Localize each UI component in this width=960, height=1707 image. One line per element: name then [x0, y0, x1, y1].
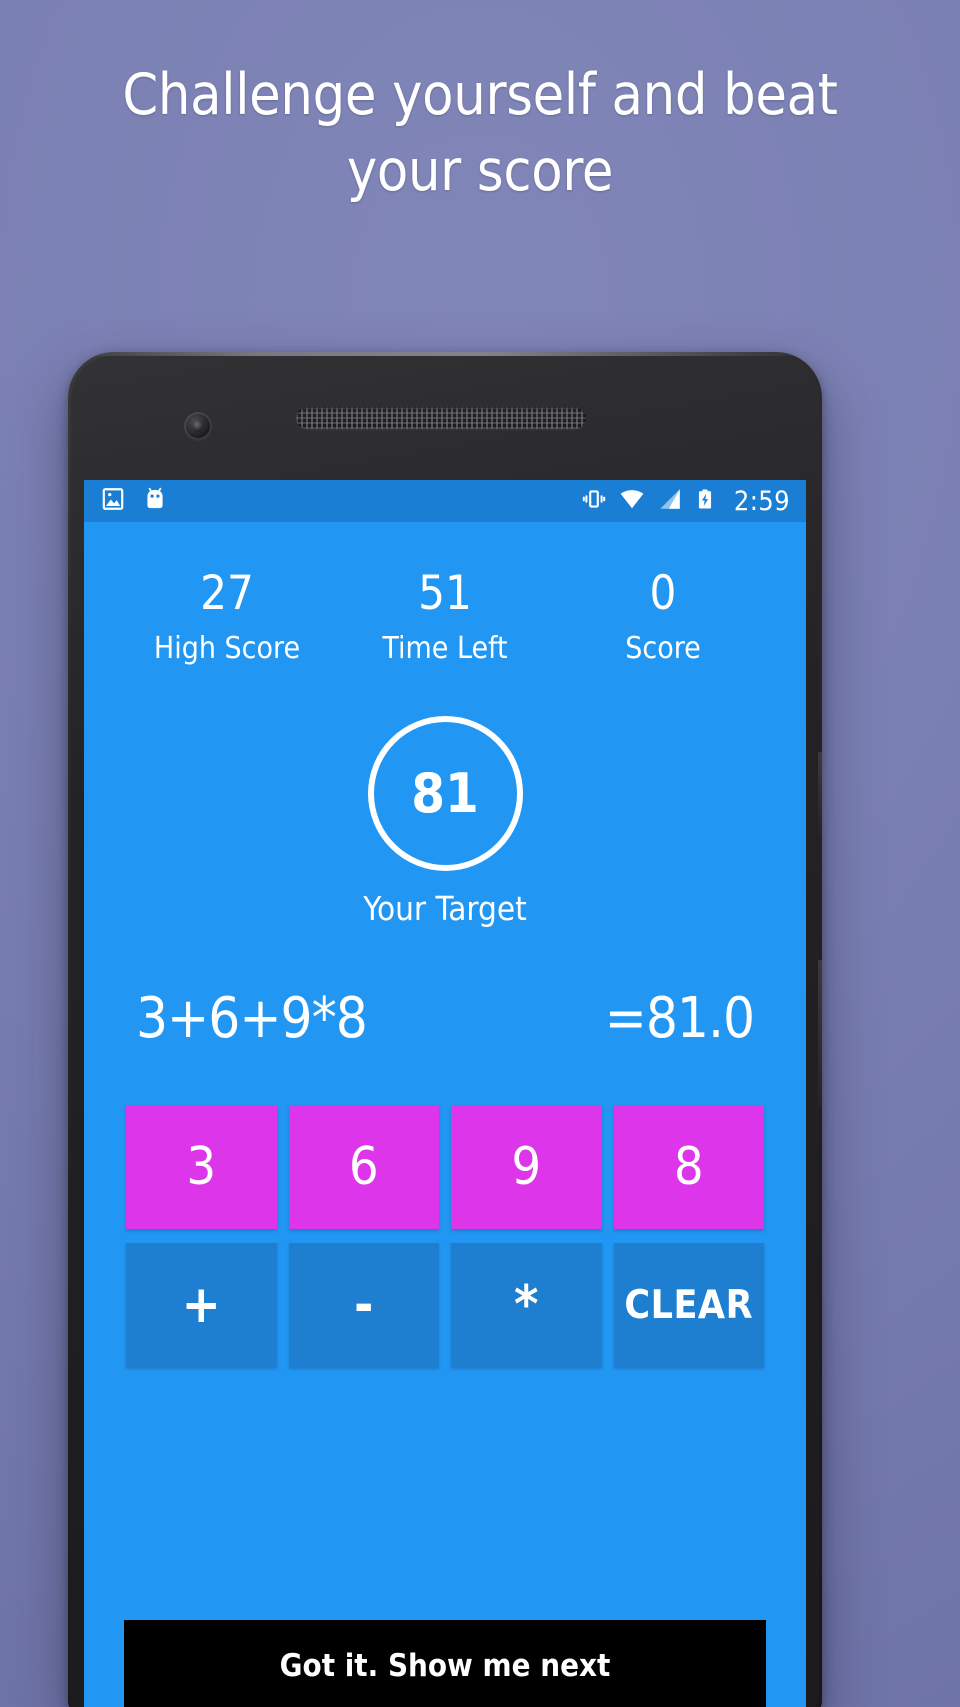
phone-screen: 2:59 27 High Score 51 Time Left 0 Score — [84, 480, 806, 1707]
equation-result: =81.0 — [604, 986, 755, 1051]
operator-key-plus[interactable]: + — [126, 1243, 277, 1367]
number-key-2[interactable]: 6 — [288, 1105, 439, 1229]
number-key-row: 3 6 9 8 — [126, 1105, 764, 1229]
score-stats-row: 27 High Score 51 Time Left 0 Score — [84, 522, 806, 666]
time-left-label: Time Left — [382, 631, 508, 666]
operator-key-minus[interactable]: - — [288, 1243, 439, 1367]
stat-time-left: 51 Time Left — [336, 570, 554, 666]
operator-key-row: + - * CLEAR — [126, 1243, 764, 1367]
clear-button[interactable]: CLEAR — [613, 1243, 764, 1367]
operator-key-multiply[interactable]: * — [451, 1243, 602, 1367]
stat-high-score: 27 High Score — [118, 570, 336, 666]
android-head-icon — [142, 486, 168, 517]
score-label: Score — [625, 631, 701, 666]
power-button[interactable] — [818, 960, 822, 1108]
equation-expression: 3+6+9*8 — [136, 986, 368, 1051]
status-bar-notification-icons — [100, 486, 168, 517]
target-number: 81 — [411, 761, 479, 825]
status-bar-clock: 2:59 — [733, 485, 790, 517]
cellular-signal-icon — [657, 486, 683, 517]
game-app-content: 27 High Score 51 Time Left 0 Score 81 Yo… — [84, 522, 806, 1707]
photo-icon — [100, 486, 126, 517]
page-headline: Challenge yourself and beat your score — [122, 62, 838, 204]
number-key-1[interactable]: 3 — [126, 1105, 277, 1229]
battery-charging-icon — [694, 486, 716, 517]
phone-top-edge-highlight — [68, 352, 822, 356]
equation-row: 3+6+9*8 =81.0 — [84, 986, 806, 1051]
high-score-value: 27 — [200, 566, 254, 621]
status-bar: 2:59 — [84, 480, 806, 522]
target-section: 81 Your Target — [84, 716, 806, 928]
keypad: 3 6 9 8 + - * CLEAR — [84, 1105, 806, 1367]
stat-score: 0 Score — [554, 570, 772, 666]
tooltip-text: Got it. Show me next — [279, 1648, 611, 1684]
phone-device-frame: 2:59 27 High Score 51 Time Left 0 Score — [68, 352, 822, 1707]
vibrate-icon — [581, 486, 607, 517]
target-circle: 81 — [367, 716, 523, 871]
earpiece-speaker-grille — [296, 407, 586, 429]
front-camera-icon — [184, 412, 212, 440]
score-value: 0 — [649, 566, 677, 621]
number-key-4[interactable]: 8 — [613, 1105, 764, 1229]
wifi-icon — [618, 486, 646, 517]
time-left-value: 51 — [418, 566, 472, 621]
high-score-label: High Score — [153, 631, 301, 666]
status-bar-system-icons: 2:59 — [581, 486, 790, 517]
number-key-3[interactable]: 9 — [451, 1105, 602, 1229]
target-label: Your Target — [363, 889, 527, 928]
volume-button[interactable] — [818, 752, 822, 838]
tooltip-banner[interactable]: Got it. Show me next — [124, 1620, 766, 1707]
